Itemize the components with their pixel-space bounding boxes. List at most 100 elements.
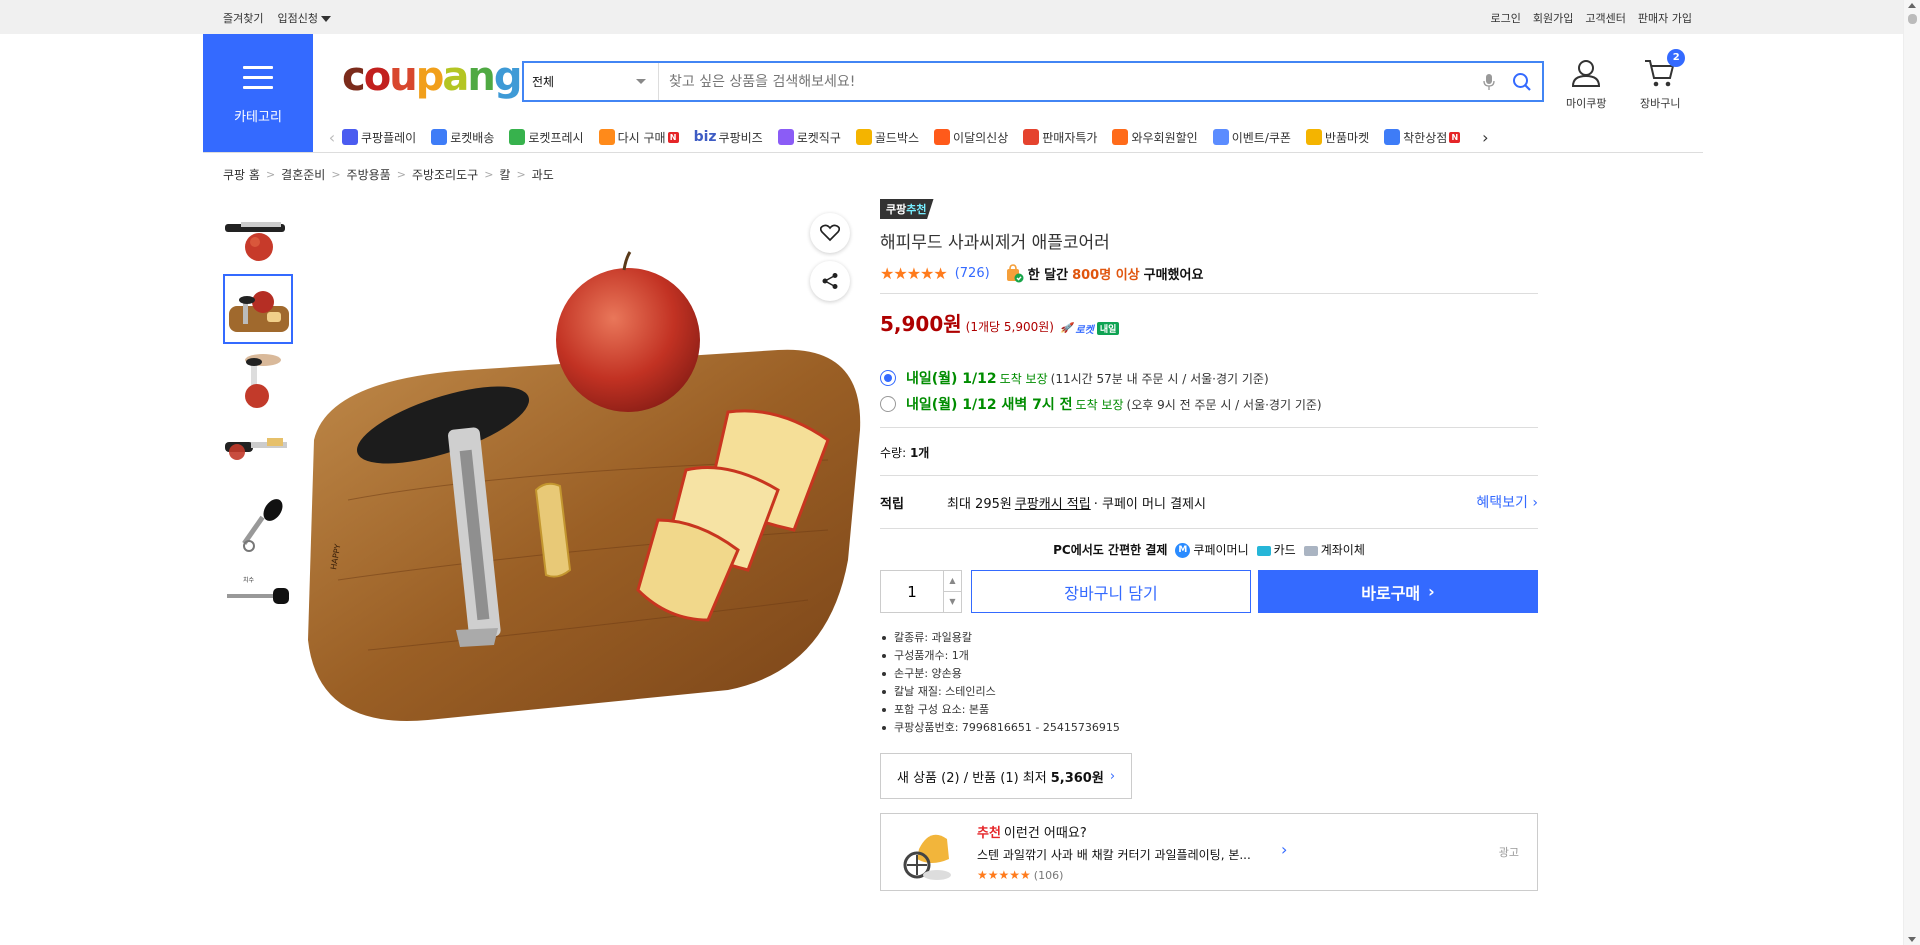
breadcrumb-separator-icon: > [516, 168, 526, 181]
new-badge: N [667, 131, 679, 143]
nav-item[interactable]: 와우회원할인 [1112, 129, 1198, 146]
share-icon [822, 273, 838, 289]
monthly-purchase-info: 한 달간 800명 이상 구매했어요 [1004, 263, 1203, 283]
microphone-icon[interactable] [1476, 73, 1502, 91]
shipping-option-2[interactable]: 내일(월) 1/12 새벽 7시 전 도착 보장 (오후 9시 전 주문 시 /… [880, 391, 1538, 417]
nav-item[interactable]: 반품마켓 [1305, 129, 1369, 146]
chevron-down-icon [636, 79, 646, 84]
breadcrumb-item[interactable]: 칼 [499, 166, 510, 183]
biz-logo: biz [693, 129, 717, 145]
category-nav: ‹ 쿠팡플레이 로켓배송 로켓프레시 다시 구매 Nbiz 쿠팡비즈 로켓직구 골드박스 이달의… [322, 122, 1702, 152]
nav-item[interactable]: 로켓배송 [431, 129, 494, 146]
price-row: 5,900원 (1개당 5,900원) 🚀 로켓 내일 [880, 308, 1538, 337]
nav-item[interactable]: 판매자특가 [1023, 129, 1097, 146]
shipping-options: 내일(월) 1/12 도착 보장 (11시간 57분 내 주문 시 / 서울·경… [880, 365, 1538, 417]
buy-now-button[interactable]: 바로구매 › [1258, 570, 1538, 613]
breadcrumb-item[interactable]: 주방조리도구 [412, 166, 478, 183]
ad-label: 광고 [1498, 846, 1519, 859]
add-to-cart-button[interactable]: 장바구니 담기 [971, 570, 1251, 613]
nav-item[interactable]: 로켓직구 [777, 129, 841, 146]
favorites-link[interactable]: 즐겨찾기 [223, 10, 263, 26]
breadcrumb-item[interactable]: 쿠팡 홈 [223, 166, 260, 183]
nav-item-icon [342, 129, 358, 145]
customer-center-link[interactable]: 고객센터 [1585, 10, 1625, 26]
quantity-down-icon[interactable]: ▼ [944, 592, 961, 612]
logo-letter: g [493, 54, 523, 100]
pay-bank: 계좌이체 [1303, 541, 1365, 558]
thumbnail-4[interactable] [223, 418, 293, 488]
scrollbar-thumb[interactable] [1908, 14, 1917, 24]
attribute-item: 칼종류: 과일용칼 [880, 629, 1538, 647]
nav-item[interactable]: 이벤트/쿠폰 [1212, 129, 1291, 146]
benefits-link[interactable]: 혜택보기 › [1476, 492, 1538, 512]
coupang-logo[interactable]: coupang [342, 54, 523, 100]
nav-item-icon [1305, 129, 1322, 145]
recommended-ad-card[interactable]: 추천 이런건 어때요? 스텐 과일깎기 사과 배 채칼 커터기 과일플레이팅, 본… [880, 813, 1538, 891]
nav-item-icon [431, 129, 448, 145]
breadcrumb-item[interactable]: 주방용품 [347, 166, 391, 183]
thumbnail-1[interactable] [223, 202, 293, 272]
logo-letter: o [363, 54, 392, 100]
divider [880, 427, 1538, 428]
heart-icon [820, 224, 840, 242]
breadcrumb-item[interactable]: 과도 [532, 166, 554, 183]
pay-money: M 쿠페이머니 [1175, 541, 1249, 558]
scroll-up-icon[interactable] [1908, 3, 1916, 8]
breadcrumb-separator-icon: > [396, 168, 406, 181]
logo-letter: a [442, 54, 469, 100]
main-product-image[interactable]: HAPPY [308, 200, 864, 756]
nav-prev-arrow-icon[interactable]: ‹ [322, 128, 342, 147]
login-link[interactable]: 로그인 [1491, 10, 1521, 26]
product-info: 쿠팡추천 해피무드 사과씨제거 애플코어러 ★★★★★ (726) 한 달간 80… [880, 198, 1538, 891]
thumbnail-6[interactable]: 치수 [223, 562, 293, 632]
breadcrumb-item[interactable]: 결혼준비 [281, 166, 325, 183]
radio-unselected[interactable] [880, 396, 896, 412]
logo-letter: n [467, 54, 496, 100]
quantity-text: 수량: 1개 [880, 446, 930, 460]
search-scope-select[interactable]: 전체 [524, 63, 659, 100]
logo-letter: u [389, 54, 418, 100]
bank-icon [1303, 545, 1318, 556]
nav-item[interactable]: 다시 구매 N [598, 129, 679, 146]
chevron-right-icon: › [1281, 840, 1288, 859]
points-row: 적립 최대 295원 쿠팡캐시 적립 · 쿠페이 머니 결제시 혜택보기 › [880, 476, 1538, 528]
nav-item[interactable]: 착한상점 N [1384, 129, 1461, 146]
wishlist-heart-button[interactable] [810, 213, 850, 253]
search-icon[interactable] [1502, 72, 1542, 92]
signup-link[interactable]: 회원가입 [1533, 10, 1573, 26]
thumbnail-5[interactable] [223, 490, 293, 560]
quantity-input[interactable] [881, 571, 943, 612]
rating-row: ★★★★★ (726) 한 달간 800명 이상 구매했어요 [880, 263, 1538, 283]
user-icon [1572, 60, 1601, 87]
review-count-link[interactable]: (726) [955, 266, 990, 281]
scroll-down-icon[interactable] [1908, 937, 1916, 942]
nav-item[interactable]: 이달의신상 [934, 129, 1008, 146]
seller-apply-menu[interactable]: 입점신청 [277, 10, 331, 26]
page-scrollbar[interactable] [1903, 0, 1920, 945]
thumbnail-3[interactable] [223, 346, 293, 416]
thumbnail-list: 치수 [223, 202, 293, 634]
rating-stars[interactable]: ★★★★★ [880, 264, 948, 283]
seller-signup-link[interactable]: 판매자 가입 [1638, 10, 1692, 26]
other-sellers-button[interactable]: 새 상품 (2) / 반품 (1) 최저 5,360원 › [880, 753, 1133, 799]
nav-item-icon [1023, 129, 1040, 145]
category-menu-button[interactable]: 카테고리 [203, 34, 313, 152]
nav-item[interactable]: biz 쿠팡비즈 [694, 129, 763, 146]
cart-button[interactable]: 2 장바구니 [1640, 49, 1686, 111]
nav-item[interactable]: 쿠팡플레이 [342, 129, 416, 146]
nav-item[interactable]: 로켓프레시 [509, 129, 584, 146]
nav-item-label: 와우회원할인 [1131, 130, 1198, 145]
coupang-cash-link[interactable]: 쿠팡캐시 적립 [1015, 493, 1091, 512]
share-button[interactable] [810, 261, 850, 301]
nav-next-arrow-icon[interactable]: › [1475, 128, 1495, 147]
thumbnail-2-selected[interactable] [223, 274, 293, 344]
nav-item[interactable]: 골드박스 [855, 129, 919, 146]
ad-product-title: 스텐 과일깎기 사과 배 채칼 커터기 과일플레이팅, 본... [977, 848, 1251, 862]
quantity-up-icon[interactable]: ▲ [944, 571, 961, 592]
nav-item-label: 다시 구매 [617, 130, 666, 145]
shipping-option-1[interactable]: 내일(월) 1/12 도착 보장 (11시간 57분 내 주문 시 / 서울·경… [880, 365, 1538, 391]
radio-selected[interactable] [880, 370, 896, 386]
mycoupang-button[interactable]: 마이쿠팡 [1566, 58, 1606, 111]
search-input[interactable] [659, 63, 1476, 100]
breadcrumb-separator-icon: > [265, 168, 276, 181]
